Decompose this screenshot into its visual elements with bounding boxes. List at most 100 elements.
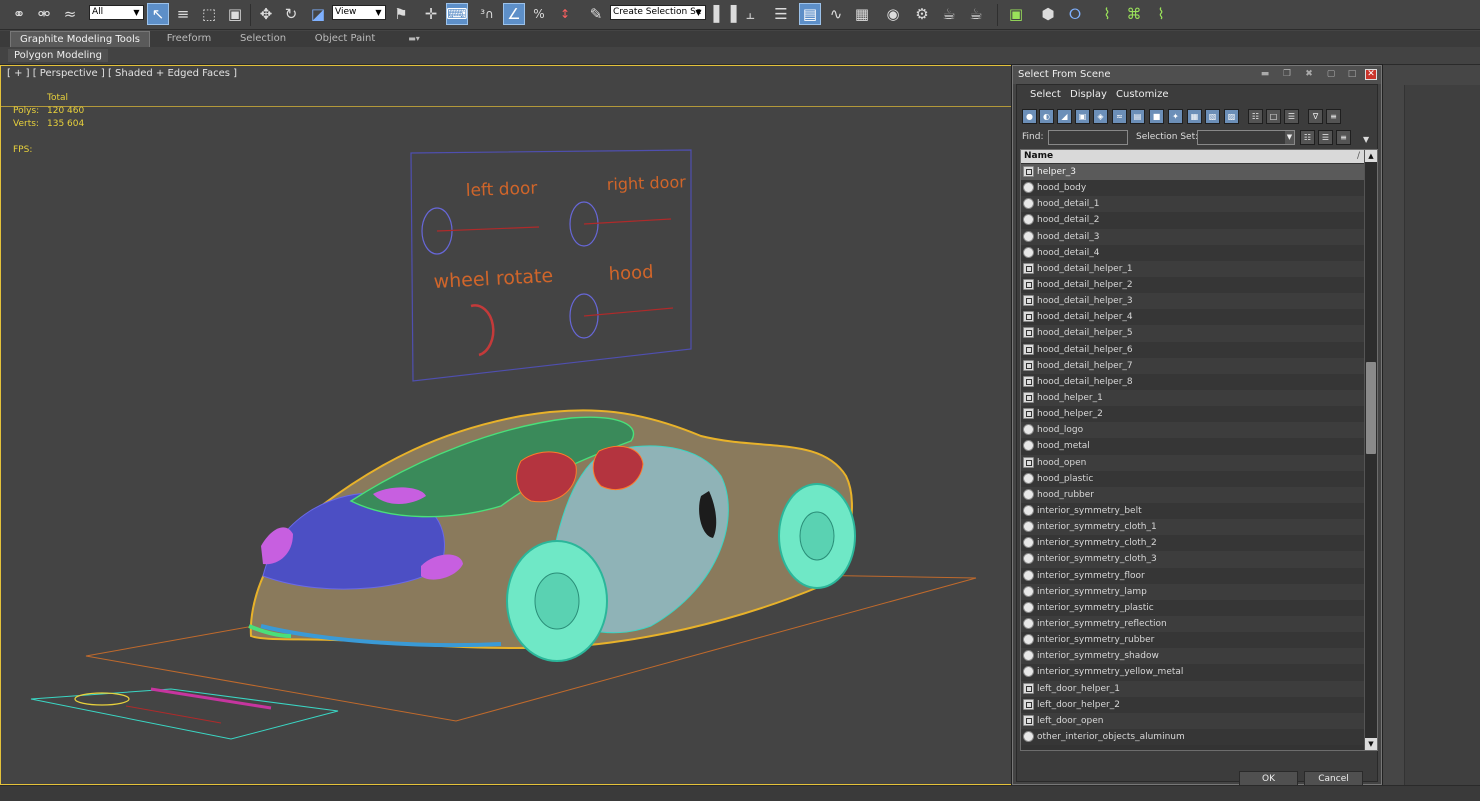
list-item[interactable]: hood_detail_helper_5 bbox=[1021, 325, 1364, 342]
link-icon[interactable]: ⚭ bbox=[8, 3, 30, 25]
list-item[interactable]: hood_plastic bbox=[1021, 470, 1364, 487]
selection-filter-dropdown[interactable]: All ▼ bbox=[89, 5, 144, 20]
selection-set-dropdown[interactable]: ▼ bbox=[1197, 130, 1295, 145]
pin-icon[interactable]: ✖ bbox=[1303, 69, 1315, 80]
tab-selection[interactable]: Selection bbox=[232, 31, 294, 47]
list-item[interactable]: left_door_helper_2 bbox=[1021, 696, 1364, 713]
list-item[interactable]: hood_detail_helper_6 bbox=[1021, 341, 1364, 358]
column-header-name[interactable]: Name ∕ bbox=[1021, 150, 1364, 163]
assembly-icon[interactable]: ⌘ bbox=[1123, 3, 1145, 25]
filter-xrefs-icon[interactable]: ■ bbox=[1149, 109, 1164, 124]
viewport-label[interactable]: [ + ] [ Perspective ] [ Shaded + Edged F… bbox=[7, 68, 237, 79]
edit-named-selection-icon[interactable]: ✎ bbox=[585, 3, 607, 25]
filter-helpers-icon[interactable]: ◈ bbox=[1093, 109, 1108, 124]
extra-tools-icon[interactable]: ▣ bbox=[1005, 3, 1027, 25]
curve-editor-icon[interactable]: ∿ bbox=[825, 3, 847, 25]
menu-display[interactable]: Display bbox=[1070, 89, 1107, 100]
scale-icon[interactable]: ◪ bbox=[307, 3, 329, 25]
restore-icon[interactable]: ❐ bbox=[1281, 69, 1293, 80]
snap-3-icon[interactable]: ³∩ bbox=[476, 3, 498, 25]
render-icon[interactable]: ☕ bbox=[965, 3, 987, 25]
list-item[interactable]: hood_logo bbox=[1021, 422, 1364, 439]
render-setup-icon[interactable]: ⚙ bbox=[911, 3, 933, 25]
ribbon-options-dropdown[interactable]: ▬▾ bbox=[402, 31, 426, 47]
list-item[interactable]: interior_symmetry_cloth_3 bbox=[1021, 551, 1364, 568]
move-icon[interactable]: ✥ bbox=[255, 3, 277, 25]
add-to-selection-set-icon[interactable]: ☰ bbox=[1318, 130, 1333, 145]
list-item[interactable]: hood_rubber bbox=[1021, 486, 1364, 503]
window-crossing-icon[interactable]: ▣ bbox=[224, 3, 246, 25]
filter-containers-icon[interactable]: ▦ bbox=[1187, 109, 1202, 124]
cloth-icon[interactable]: ⭘ bbox=[1064, 3, 1086, 25]
named-selection-dropdown[interactable]: Create Selection Se ▼ bbox=[610, 5, 706, 20]
rectangular-selection-icon[interactable]: ⬚ bbox=[198, 3, 220, 25]
close-icon[interactable]: ✕ bbox=[1365, 69, 1377, 80]
mirror-icon[interactable]: ▌▐ bbox=[713, 3, 736, 25]
rendered-frame-icon[interactable]: ☕ bbox=[938, 3, 960, 25]
list-item[interactable]: hood_detail_helper_3 bbox=[1021, 293, 1364, 310]
filter-cameras-icon[interactable]: ▣ bbox=[1075, 109, 1090, 124]
list-item[interactable]: interior_symmetry_reflection bbox=[1021, 615, 1364, 633]
list-item[interactable]: hood_detail_helper_4 bbox=[1021, 309, 1364, 326]
bind-space-warp-icon[interactable]: ≈ bbox=[59, 3, 81, 25]
reference-coord-dropdown[interactable]: View ▼ bbox=[332, 5, 386, 20]
scrollbar-thumb[interactable] bbox=[1366, 362, 1376, 454]
list-item[interactable]: hood_detail_helper_8 bbox=[1021, 373, 1364, 390]
percent-snap-icon[interactable]: % bbox=[528, 3, 550, 25]
filter-space-warps-icon[interactable]: ≈ bbox=[1112, 109, 1127, 124]
list-item[interactable]: hood_detail_helper_2 bbox=[1021, 276, 1364, 294]
list-item[interactable]: hood_helper_2 bbox=[1021, 406, 1364, 423]
list-item[interactable]: interior_symmetry_cloth_1 bbox=[1021, 519, 1364, 536]
filter-funnel-icon[interactable]: ∇ bbox=[1308, 109, 1323, 124]
select-invert-icon[interactable]: ☰ bbox=[1284, 109, 1299, 124]
list-item[interactable]: hood_open bbox=[1021, 454, 1364, 471]
spinner-snap-icon[interactable]: ↕ bbox=[554, 3, 576, 25]
unlink-icon[interactable]: ⚮ bbox=[33, 3, 55, 25]
list-item[interactable]: interior_symmetry_cloth_2 bbox=[1021, 535, 1364, 552]
list-item[interactable]: interior_symmetry_belt bbox=[1021, 502, 1364, 520]
layer-manager-icon[interactable]: ☰ bbox=[770, 3, 792, 25]
angle-snap-icon[interactable]: ∠ bbox=[503, 3, 525, 25]
filter-groups-icon[interactable]: ▤ bbox=[1130, 109, 1145, 124]
list-item[interactable]: interior_symmetry_plastic bbox=[1021, 599, 1364, 616]
pivot-center-icon[interactable]: ⚑ bbox=[390, 3, 412, 25]
list-scrollbar[interactable]: ▲ ▼ bbox=[1364, 150, 1377, 750]
list-item[interactable]: hood_helper_1 bbox=[1021, 389, 1364, 407]
filter-frozen-icon[interactable]: ▧ bbox=[1205, 109, 1220, 124]
list-item[interactable]: hood_detail_helper_1 bbox=[1021, 260, 1364, 277]
select-by-name-icon[interactable]: ≡ bbox=[172, 3, 194, 25]
pack-icon[interactable]: ⬢ bbox=[1037, 3, 1059, 25]
keyboard-shortcut-icon[interactable]: ⌨ bbox=[446, 3, 468, 25]
list-item[interactable]: interior_symmetry_shadow bbox=[1021, 648, 1364, 665]
list-item[interactable]: hood_detail_helper_7 bbox=[1021, 357, 1364, 374]
select-object-icon[interactable]: ↖ bbox=[147, 3, 169, 25]
find-input[interactable] bbox=[1048, 130, 1128, 145]
minimize-icon[interactable]: ▬ bbox=[1259, 69, 1271, 80]
list-item[interactable]: interior_symmetry_yellow_metal bbox=[1021, 664, 1364, 681]
ribbon-toggle-icon[interactable]: ▤ bbox=[799, 3, 821, 25]
tab-graphite-modeling-tools[interactable]: Graphite Modeling Tools bbox=[10, 31, 150, 47]
rotate-icon[interactable]: ↻ bbox=[280, 3, 302, 25]
filter-hidden-icon[interactable]: ▨ bbox=[1224, 109, 1239, 124]
remove-from-selection-set-icon[interactable]: ≡ bbox=[1336, 130, 1351, 145]
maximize-icon[interactable]: ▢ bbox=[1325, 69, 1337, 80]
list-item[interactable]: other_interior_objects_aluminum bbox=[1021, 728, 1364, 746]
list-item[interactable]: hood_metal bbox=[1021, 438, 1364, 455]
filter-geometry-icon[interactable]: ● bbox=[1022, 109, 1037, 124]
perspective-viewport[interactable]: left door right door wheel rotate hood [… bbox=[0, 65, 1012, 785]
list-item[interactable]: left_door_open bbox=[1021, 712, 1364, 729]
polygon-modeling-panel[interactable]: Polygon Modeling bbox=[8, 49, 108, 62]
list-item[interactable]: hood_detail_4 bbox=[1021, 244, 1364, 261]
filter-lights-icon[interactable]: ◢ bbox=[1057, 109, 1072, 124]
deform-icon[interactable]: ⌇ bbox=[1096, 3, 1118, 25]
list-item[interactable]: hood_detail_3 bbox=[1021, 228, 1364, 245]
filter-bones-icon[interactable]: ✦ bbox=[1168, 109, 1183, 124]
select-manipulate-icon[interactable]: ✛ bbox=[420, 3, 442, 25]
list-item[interactable]: interior_symmetry_lamp bbox=[1021, 583, 1364, 600]
tab-object-paint[interactable]: Object Paint bbox=[307, 31, 383, 47]
scroll-up-icon[interactable]: ▲ bbox=[1365, 150, 1377, 162]
schematic-view-icon[interactable]: ▦ bbox=[851, 3, 873, 25]
display-children-icon[interactable]: ≡ bbox=[1326, 109, 1341, 124]
list-item[interactable]: left_door_helper_1 bbox=[1021, 680, 1364, 697]
tab-freeform[interactable]: Freeform bbox=[158, 31, 220, 47]
